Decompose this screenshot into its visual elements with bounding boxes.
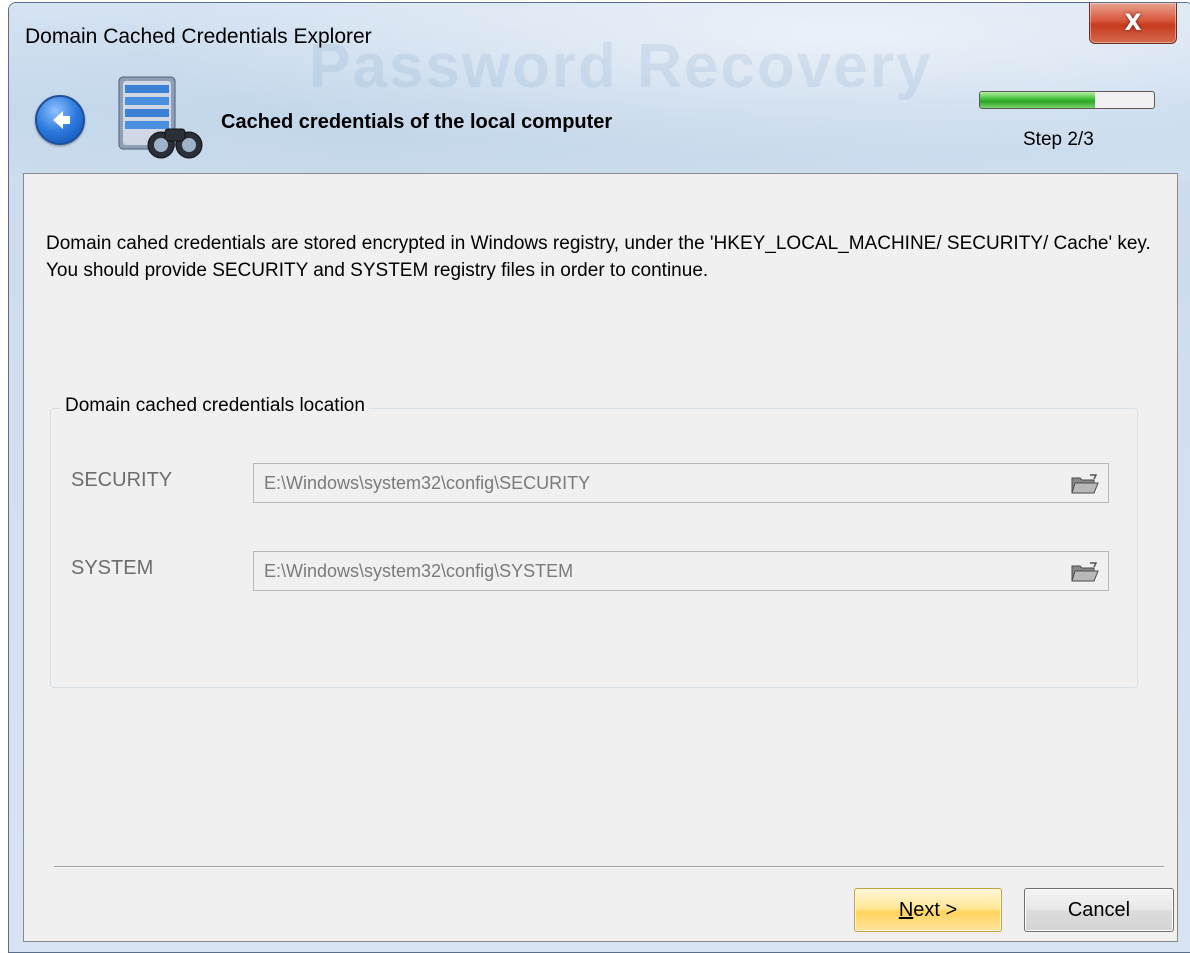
next-label: ext > — [913, 898, 958, 921]
step-progress-bar — [979, 91, 1155, 109]
back-button[interactable] — [35, 95, 85, 145]
security-path-value: E:\Windows\system32\config\SECURITY — [264, 473, 591, 493]
security-label: SECURITY — [71, 469, 173, 491]
group-legend: Domain cached credentials location — [61, 395, 369, 417]
cancel-label: Cancel — [1067, 898, 1131, 921]
next-button[interactable]: Next > — [854, 888, 1002, 932]
page-title: Cached credentials of the local computer — [221, 111, 613, 133]
open-folder-icon[interactable] — [1070, 560, 1100, 584]
content-panel: Domain cahed credentials are stored encr… — [23, 173, 1178, 942]
progress-fill — [980, 92, 1095, 108]
credentials-location-group: Domain cached credentials location SECUR… — [50, 395, 1138, 688]
cancel-button[interactable]: Cancel — [1024, 888, 1174, 932]
close-icon: X — [1124, 10, 1142, 36]
database-binoculars-icon — [118, 76, 203, 159]
security-path-field[interactable]: E:\Windows\system32\config\SECURITY — [253, 463, 1109, 503]
close-button[interactable]: X — [1089, 3, 1177, 44]
footer-separator — [54, 866, 1164, 868]
description-text: Domain cahed credentials are stored encr… — [46, 233, 1151, 281]
open-folder-icon[interactable] — [1070, 472, 1100, 496]
step-label: Step 2/3 — [1023, 129, 1094, 150]
system-path-field[interactable]: E:\Windows\system32\config\SYSTEM — [253, 551, 1109, 591]
next-mnemonic: N — [898, 898, 914, 921]
wizard-window: Password Recovery Domain Cached Credenti… — [8, 2, 1190, 953]
system-path-value: E:\Windows\system32\config\SYSTEM — [264, 561, 574, 581]
window-title: Domain Cached Credentials Explorer — [25, 25, 372, 48]
system-label: SYSTEM — [71, 557, 154, 579]
background-watermark: Password Recovery — [309, 32, 933, 101]
back-arrow-icon — [53, 111, 70, 129]
